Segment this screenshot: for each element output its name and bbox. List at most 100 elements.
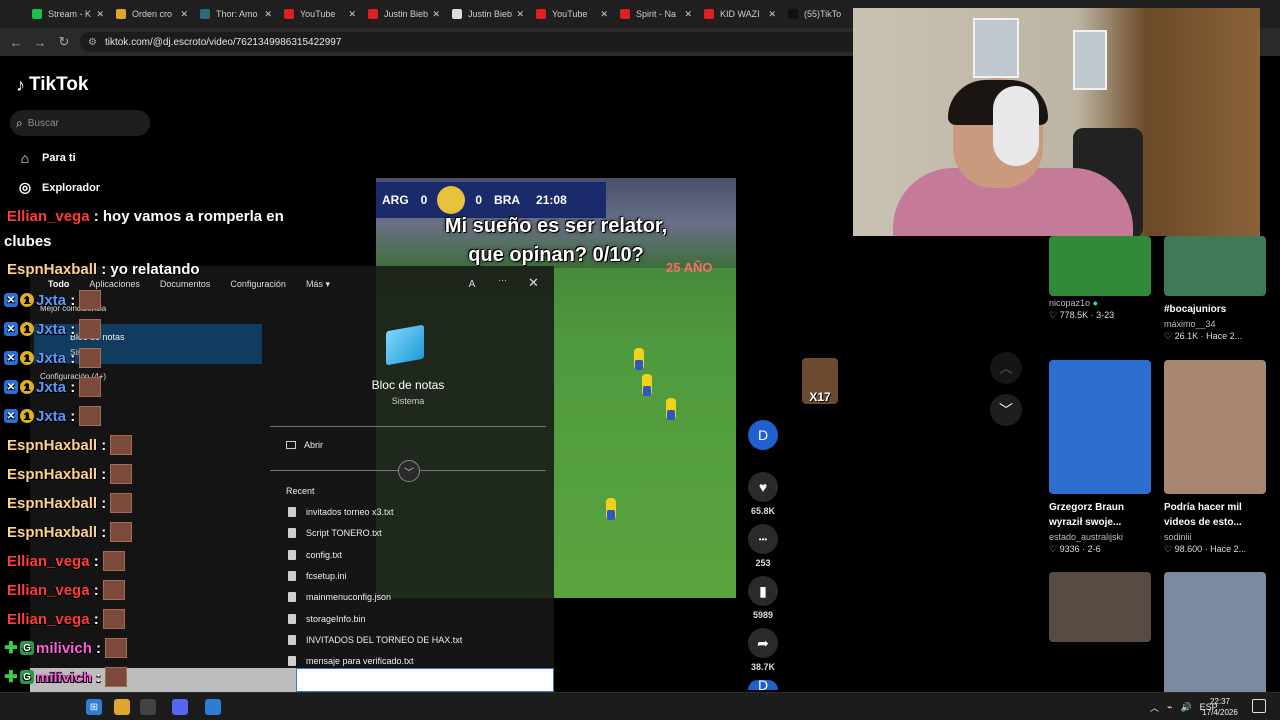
close-tab-icon[interactable]: ✕ — [516, 9, 524, 20]
search-filter-tab[interactable]: Documentos — [160, 279, 211, 289]
nav-explore[interactable]: ◎ Explorador — [16, 179, 100, 196]
heart-icon: ♥ — [748, 472, 778, 502]
recent-file-item[interactable]: storageInfo.bin — [288, 613, 366, 624]
tiktok-note-icon: ♪ — [16, 74, 25, 95]
video-card-author[interactable]: nicopaz1o ● — [1049, 298, 1151, 308]
close-icon[interactable]: ✕ — [528, 275, 539, 291]
youtube-favicon — [704, 9, 714, 19]
chevron-up-icon[interactable]: ︿ — [1150, 701, 1159, 714]
close-tab-icon[interactable]: ✕ — [684, 9, 692, 20]
back-icon[interactable]: ← — [4, 35, 28, 50]
more-options-icon[interactable]: ··· — [498, 275, 507, 285]
video-thumbnail[interactable] — [1049, 572, 1151, 642]
video-thumbnail[interactable] — [1049, 236, 1151, 296]
share-button[interactable]: ➦ 38.7K — [746, 628, 780, 672]
monitor-icon[interactable] — [205, 699, 221, 715]
search-filter-tab[interactable]: Aplicaciones — [89, 279, 140, 289]
video-card[interactable] — [1049, 572, 1151, 642]
recent-file-name: config.txt — [306, 549, 343, 560]
close-tab-icon[interactable]: ✕ — [264, 9, 272, 20]
browser-tab[interactable]: Thor: Amo ✕ — [194, 0, 278, 28]
profile-button[interactable]: D — [746, 420, 780, 450]
like-button[interactable]: ♥ 65.8K — [746, 472, 780, 516]
folder-favicon — [116, 9, 126, 19]
browser-tab[interactable]: Orden cro ✕ — [110, 0, 194, 28]
video-card[interactable]: Grzegorz Braun wyraził swoje... estado_au… — [1049, 360, 1151, 555]
close-tab-icon[interactable]: ✕ — [180, 9, 188, 20]
close-tab-icon[interactable]: ✕ — [600, 9, 608, 20]
comment-button[interactable]: ••• 253 — [746, 524, 780, 568]
recent-file-item[interactable]: fcsetup.ini — [288, 570, 347, 581]
browser-tab-label: Thor: Amo — [216, 9, 258, 19]
recent-heading: Recent — [286, 486, 315, 496]
close-tab-icon[interactable]: ✕ — [768, 9, 776, 20]
tiktok-logo[interactable]: ♪ TikTok — [16, 74, 88, 96]
video-card-author[interactable]: sodiniii — [1164, 532, 1266, 542]
best-match-item[interactable]: Bloc de notas Sistema — [34, 324, 262, 364]
recent-file-name: mainmenuconfig.json — [306, 592, 392, 603]
next-video-button[interactable]: ﹀ — [990, 394, 1022, 426]
notification-icon[interactable] — [1252, 699, 1266, 713]
network-icon[interactable]: ⌁ — [1167, 702, 1172, 713]
site-info-icon[interactable]: ⚙ — [88, 37, 97, 48]
close-tab-icon[interactable]: ✕ — [348, 9, 356, 20]
chrome-icon[interactable] — [140, 699, 156, 715]
browser-tab[interactable]: YouTube ✕ — [278, 0, 362, 28]
video-thumbnail[interactable] — [1164, 236, 1266, 296]
close-tab-icon[interactable]: ✕ — [96, 9, 104, 20]
search-filter-tab[interactable]: Más ▾ — [306, 279, 330, 290]
caption-line-1: Mi sueño es ser relator, — [444, 215, 668, 237]
browser-tab[interactable]: Justin Bieb ✕ — [362, 0, 446, 28]
search-icon: ⌕ — [16, 115, 23, 130]
previous-video-button[interactable]: ︿ — [990, 352, 1022, 384]
video-card-author[interactable]: estado_australijski — [1049, 532, 1151, 542]
video-card-stats: ♡ 26.1K · Hace 2... — [1164, 331, 1243, 341]
recent-file-item[interactable]: mainmenuconfig.json — [288, 592, 392, 603]
file-explorer-icon[interactable] — [114, 699, 130, 715]
author-name: estado_australijski — [1049, 532, 1124, 542]
video-card-author[interactable]: máximo__34 — [1164, 319, 1266, 329]
expand-chevron-icon[interactable]: ﹀ — [398, 460, 420, 482]
video-thumbnail[interactable] — [1164, 360, 1266, 494]
search-filter-tab[interactable]: Configuración — [230, 279, 286, 289]
recent-file-item[interactable]: config.txt — [288, 549, 343, 560]
like-count: 65.8K — [750, 506, 776, 516]
post-date: 3-23 — [1096, 310, 1115, 320]
discord-icon[interactable] — [172, 699, 188, 715]
forward-icon[interactable]: → — [28, 35, 52, 50]
video-thumbnail[interactable] — [1164, 572, 1266, 696]
close-tab-icon[interactable]: ✕ — [432, 9, 440, 20]
open-action[interactable]: Abrir — [286, 440, 323, 450]
video-card[interactable]: nicopaz1o ● ♡ 778.5K · 3-23 — [1049, 236, 1151, 321]
recent-file-item[interactable]: invitados torneo x3.txt — [288, 507, 394, 517]
best-match-sub: Sistema — [70, 348, 99, 357]
reload-icon[interactable]: ↻ — [52, 34, 76, 50]
open-label: Abrir — [304, 440, 324, 450]
video-card[interactable] — [1164, 572, 1266, 696]
volume-icon[interactable]: 🔊 — [1180, 702, 1191, 713]
like-count: 9336 — [1059, 544, 1080, 554]
browser-tab[interactable]: Spirit - Na ✕ — [614, 0, 698, 28]
search-input[interactable]: ⌕ Buscar — [10, 110, 150, 136]
browser-tab[interactable]: Justin Bieb ✕ — [446, 0, 530, 28]
next-profile-button[interactable]: D — [746, 677, 780, 693]
search-query-input[interactable] — [296, 668, 554, 692]
video-thumbnail[interactable] — [1049, 360, 1151, 494]
clock[interactable]: 22:37 17/4/2026 — [1200, 696, 1240, 718]
heart-icon: ♡ — [1164, 331, 1173, 341]
search-filter-tab[interactable]: Todo — [48, 279, 69, 289]
recent-file-item[interactable]: INVITADOS DEL TORNEO DE HAX.txt — [288, 634, 462, 645]
save-button[interactable]: ▮ 5989 — [746, 576, 780, 620]
video-card[interactable]: Podría hacer mil videos de esto... sodini… — [1164, 360, 1266, 555]
recent-file-item[interactable]: mensaje para verificado.txt — [288, 656, 414, 667]
browser-tab[interactable]: KID WAZI ✕ — [698, 0, 782, 28]
webcam-overlay — [853, 8, 1260, 236]
browser-tab[interactable]: YouTube ✕ — [530, 0, 614, 28]
start-button[interactable]: ⊞ — [86, 699, 102, 715]
recent-file-item[interactable]: Script TONERO.txt — [288, 528, 382, 539]
video-card[interactable]: #bocajuniors máximo__34 ♡ 26.1K · Hace 2..… — [1164, 236, 1266, 342]
nav-for-you[interactable]: ⌂ Para ti — [16, 150, 76, 166]
account-avatar[interactable]: A — [462, 275, 482, 295]
search-filter-tabs: Todo Aplicaciones Documentos Configuración M… — [30, 272, 554, 296]
browser-tab[interactable]: Stream - K ✕ — [26, 0, 110, 28]
